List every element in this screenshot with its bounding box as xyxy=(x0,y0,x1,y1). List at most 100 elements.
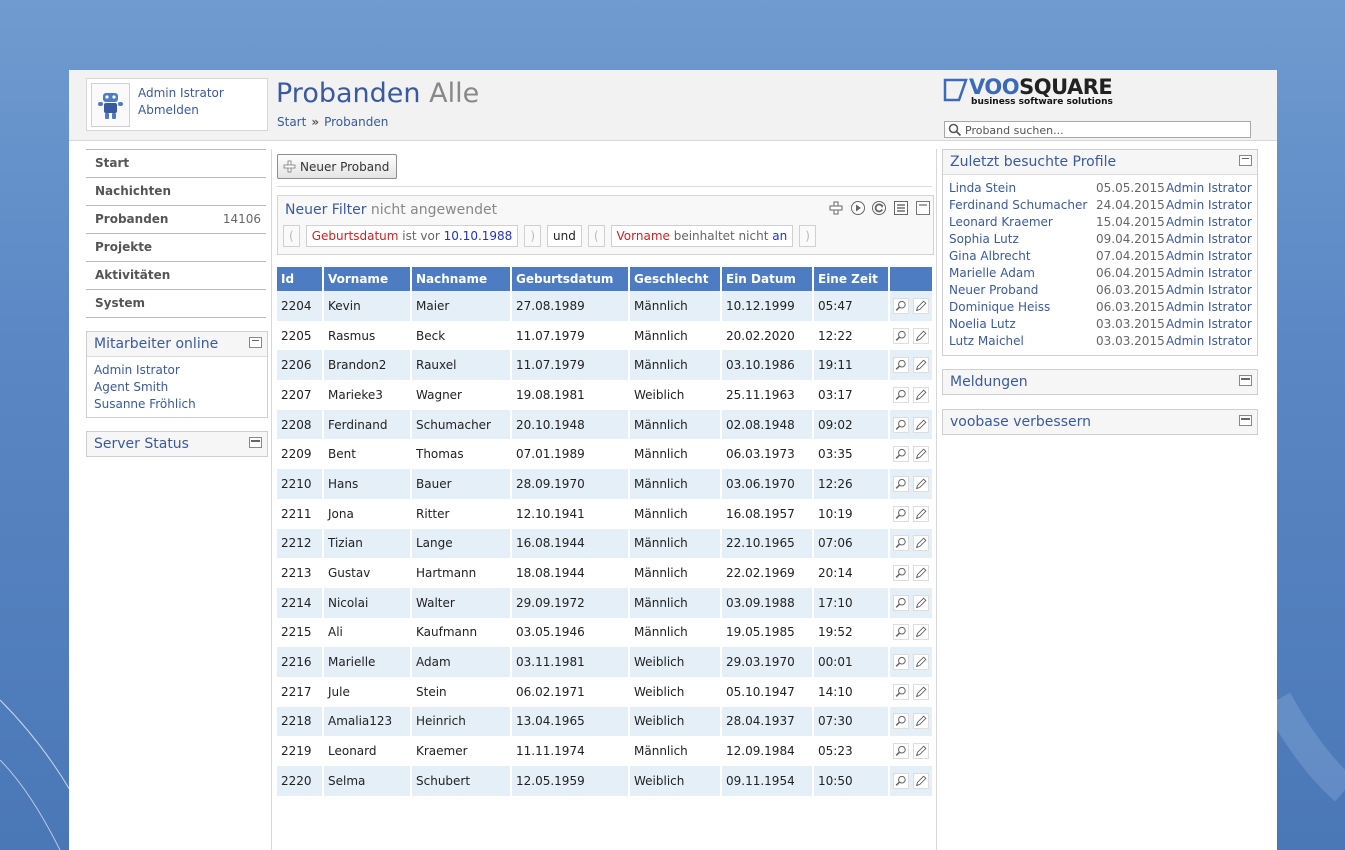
recent-profile-user[interactable]: Admin Istrator xyxy=(1166,265,1252,282)
pencil-icon[interactable] xyxy=(912,565,929,582)
pencil-icon[interactable] xyxy=(912,594,929,611)
table-row[interactable]: 2213 Gustav Hartmann 18.08.1944 Männlich 22.0… xyxy=(277,558,934,588)
table-row[interactable]: 2210 Hans Bauer 28.09.1970 Männlich 03.06.197… xyxy=(277,469,934,499)
column-header-nachname[interactable]: Nachname xyxy=(411,267,512,291)
pencil-icon[interactable] xyxy=(912,327,929,344)
recent-profile-user[interactable]: Admin Istrator xyxy=(1166,197,1252,214)
table-row[interactable]: 2218 Amalia123 Heinrich 13.04.1965 Weiblich 2… xyxy=(277,706,934,737)
magnifier-icon[interactable] xyxy=(893,654,910,671)
staff-item[interactable]: Admin Istrator xyxy=(94,362,260,379)
pencil-icon[interactable] xyxy=(912,297,929,314)
pencil-icon[interactable] xyxy=(912,386,929,403)
new-proband-button[interactable]: Neuer Proband xyxy=(277,154,397,179)
pencil-icon[interactable] xyxy=(912,446,929,463)
sidebar-item-projekte[interactable]: Projekte xyxy=(86,233,266,261)
recent-profile-user[interactable]: Admin Istrator xyxy=(1166,333,1252,350)
table-row[interactable]: 2219 Leonard Kraemer 11.11.1974 Männlich 12.0… xyxy=(277,736,934,766)
magnifier-icon[interactable] xyxy=(893,594,910,611)
pencil-icon[interactable] xyxy=(912,357,929,374)
table-row[interactable]: 2206 Brandon2 Rauxel 11.07.1979 Männlich 03.1… xyxy=(277,350,934,381)
table-row[interactable]: 2214 Nicolai Walter 29.09.1972 Männlich 03.09… xyxy=(277,587,934,618)
messages-header[interactable]: Meldungen xyxy=(943,370,1257,394)
table-row[interactable]: 2205 Rasmus Beck 11.07.1979 Männlich 20.02.20… xyxy=(277,320,934,351)
table-row[interactable]: 2215 Ali Kaufmann 03.05.1946 Männlich 19.05.1… xyxy=(277,617,934,648)
pencil-icon[interactable] xyxy=(912,535,929,552)
magnifier-icon[interactable] xyxy=(893,475,910,492)
column-header-geschlecht[interactable]: Geschlecht xyxy=(629,267,722,291)
search-input[interactable] xyxy=(965,123,1245,137)
magnifier-icon[interactable] xyxy=(893,772,910,789)
reset-filter-icon[interactable] xyxy=(871,200,887,216)
table-row[interactable]: 2216 Marielle Adam 03.11.1981 Weiblich 29.03.… xyxy=(277,647,934,677)
recent-profile-user[interactable]: Admin Istrator xyxy=(1166,299,1252,316)
breadcrumb-start-link[interactable]: Start xyxy=(277,115,306,129)
maximize-icon[interactable] xyxy=(249,437,262,448)
minimize-icon[interactable] xyxy=(249,337,262,348)
table-row[interactable]: 2217 Jule Stein 06.02.1971 Weiblich 05.10.194… xyxy=(277,676,934,707)
magnifier-icon[interactable] xyxy=(893,327,910,344)
recent-profile-name[interactable]: Noelia Lutz xyxy=(949,316,1016,333)
magnifier-icon[interactable] xyxy=(893,683,910,700)
filter-open-paren[interactable]: ( xyxy=(283,225,300,247)
column-header-vorname[interactable]: Vorname xyxy=(323,267,412,291)
server-status-header[interactable]: Server Status xyxy=(87,432,267,456)
recent-profile-name[interactable]: Ferdinand Schumacher xyxy=(949,197,1087,214)
user-name-link[interactable]: Admin Istrator xyxy=(138,86,224,100)
column-header-eine-zeit[interactable]: Eine Zeit xyxy=(813,267,890,291)
recent-profile-name[interactable]: Lutz Maichel xyxy=(949,333,1024,350)
improve-voobase-header[interactable]: voobase verbessern xyxy=(943,410,1257,434)
magnifier-icon[interactable] xyxy=(893,357,910,374)
recent-profile-user[interactable]: Admin Istrator xyxy=(1166,180,1252,197)
maximize-icon[interactable] xyxy=(1239,375,1252,386)
apply-filter-icon[interactable] xyxy=(850,200,866,216)
pencil-icon[interactable] xyxy=(912,713,929,730)
column-header-id[interactable]: Id xyxy=(277,267,324,291)
table-row[interactable]: 2220 Selma Schubert 12.05.1959 Weiblich 09.11… xyxy=(277,766,934,796)
magnifier-icon[interactable] xyxy=(893,446,910,463)
search-box[interactable] xyxy=(944,121,1251,138)
magnifier-icon[interactable] xyxy=(893,416,910,433)
voosquare-logo[interactable]: VOOSQUARE business software solutions xyxy=(942,75,1142,107)
filter-open-paren[interactable]: ( xyxy=(587,225,605,247)
filter-condition-birthdate[interactable]: Geburtsdatum ist vor 10.10.1988 xyxy=(305,225,519,247)
sidebar-item-start[interactable]: Start xyxy=(86,149,266,177)
recent-profile-name[interactable]: Dominique Heiss xyxy=(949,299,1050,316)
recent-profile-name[interactable]: Sophia Lutz xyxy=(949,231,1019,248)
magnifier-icon[interactable] xyxy=(893,386,910,403)
recent-profile-user[interactable]: Admin Istrator xyxy=(1166,214,1252,231)
table-row[interactable]: 2211 Jona Ritter 12.10.1941 Männlich 16.08.19… xyxy=(277,498,934,529)
sidebar-item-system[interactable]: System xyxy=(86,289,266,318)
add-condition-icon[interactable] xyxy=(828,200,844,216)
pencil-icon[interactable] xyxy=(912,416,929,433)
magnifier-icon[interactable] xyxy=(893,505,910,522)
magnifier-icon[interactable] xyxy=(893,565,910,582)
recent-profile-user[interactable]: Admin Istrator xyxy=(1166,316,1252,333)
magnifier-icon[interactable] xyxy=(893,713,910,730)
magnifier-icon[interactable] xyxy=(893,743,910,760)
staff-item[interactable]: Agent Smith xyxy=(94,379,260,396)
filter-conjunction[interactable]: und xyxy=(547,225,582,247)
breadcrumb-current-link[interactable]: Probanden xyxy=(324,115,388,129)
magnifier-icon[interactable] xyxy=(893,297,910,314)
recent-profile-name[interactable]: Marielle Adam xyxy=(949,265,1035,282)
minimize-icon[interactable] xyxy=(1239,155,1252,166)
recent-profile-user[interactable]: Admin Istrator xyxy=(1166,248,1252,265)
pencil-icon[interactable] xyxy=(912,475,929,492)
logout-link[interactable]: Abmelden xyxy=(138,103,199,117)
recent-profile-name[interactable]: Linda Stein xyxy=(949,180,1016,197)
table-row[interactable]: 2208 Ferdinand Schumacher 20.10.1948 Männlic… xyxy=(277,409,934,440)
table-row[interactable]: 2209 Bent Thomas 07.01.1989 Männlich 06.03.19… xyxy=(277,439,934,470)
column-header-ein-datum[interactable]: Ein Datum xyxy=(721,267,814,291)
maximize-icon[interactable] xyxy=(1239,415,1252,426)
filter-close-paren[interactable]: ) xyxy=(799,225,816,247)
recent-profile-name[interactable]: Leonard Kraemer xyxy=(949,214,1053,231)
robot-avatar-icon[interactable] xyxy=(91,83,130,127)
column-header-geburtsdatum[interactable]: Geburtsdatum xyxy=(511,267,630,291)
filter-close-paren[interactable]: ) xyxy=(524,225,541,247)
table-row[interactable]: 2204 Kevin Maier 27.08.1989 Männlich 10.12.19… xyxy=(277,291,934,321)
pencil-icon[interactable] xyxy=(912,743,929,760)
pencil-icon[interactable] xyxy=(912,683,929,700)
pencil-icon[interactable] xyxy=(912,505,929,522)
table-row[interactable]: 2207 Marieke3 Wagner 19.08.1981 Weiblich 25.1… xyxy=(277,380,934,410)
staff-item[interactable]: Susanne Fröhlich xyxy=(94,396,260,413)
